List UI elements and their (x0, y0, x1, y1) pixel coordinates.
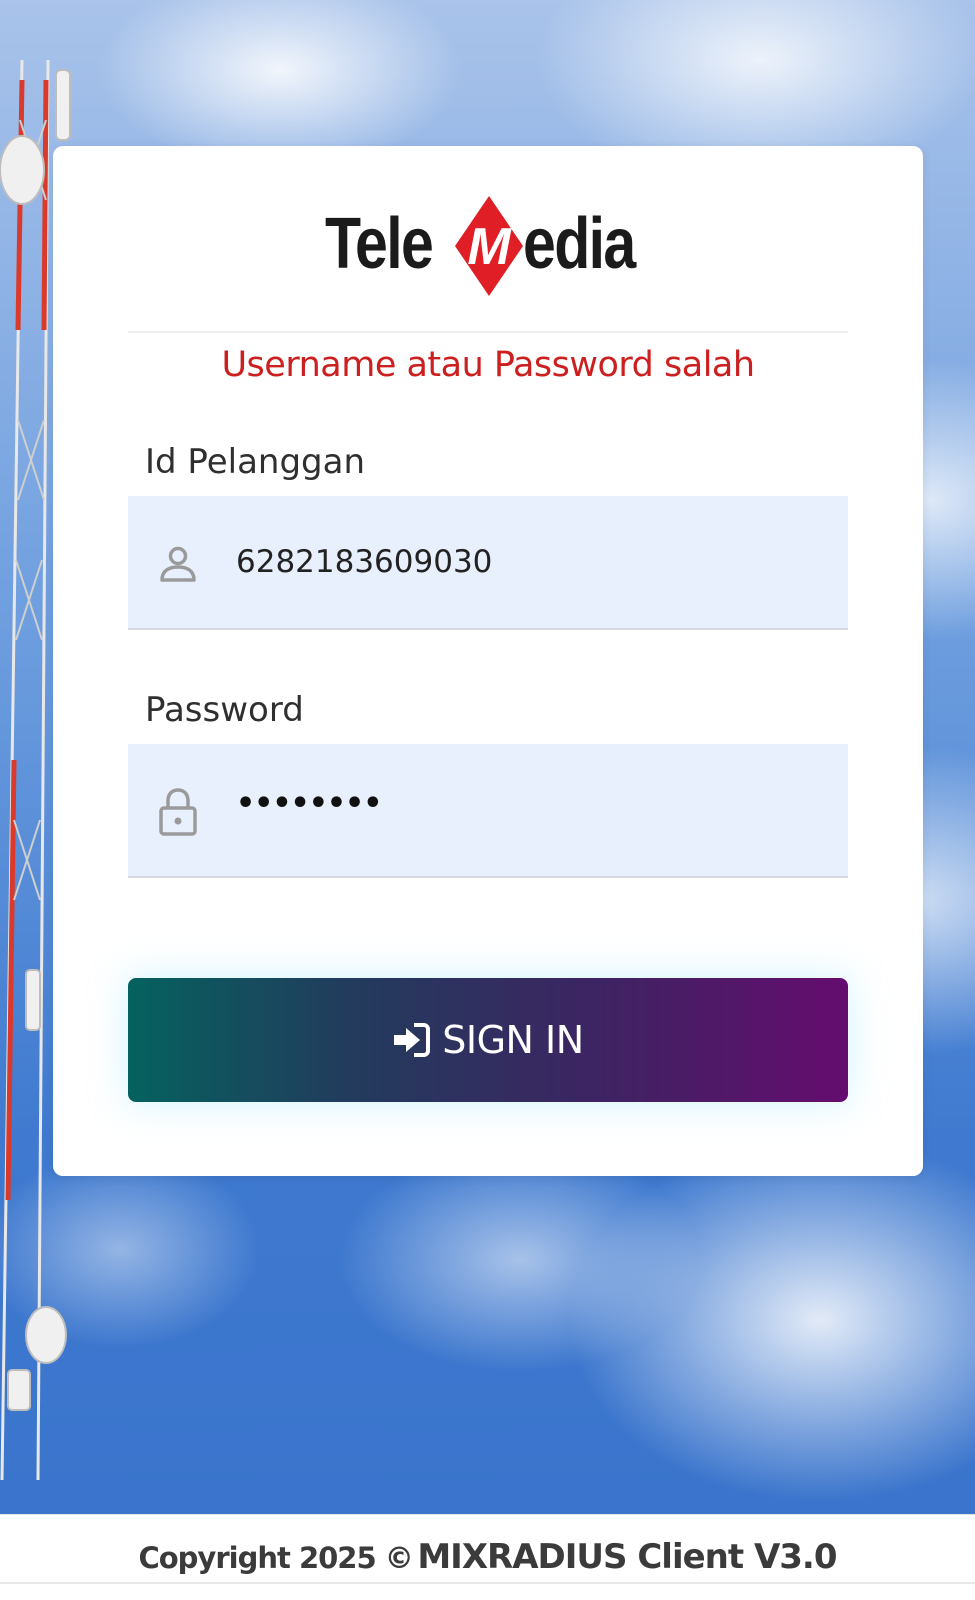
id-pelanggan-value: 6282183609030 (236, 544, 493, 580)
id-pelanggan-input[interactable]: 6282183609030 (128, 496, 848, 630)
sign-in-label: SIGN IN (442, 1018, 584, 1062)
footer-copyright: Copyright 2025 © (138, 1541, 413, 1575)
footer-product-name: MIXRADIUS Client V3.0 (417, 1537, 837, 1577)
header-divider (128, 331, 848, 333)
footer-bottom-line (0, 1582, 975, 1584)
password-input[interactable]: •••••••• (128, 744, 848, 878)
logo-mark-letter: M (467, 218, 512, 276)
password-masked-value: •••••••• (236, 786, 382, 821)
telemedia-logo: Tele M edia (325, 190, 643, 302)
logo-text-tele: Tele (325, 204, 434, 284)
login-card: Tele M edia Username atau Password salah… (53, 146, 923, 1176)
sign-in-content: SIGN IN (128, 978, 848, 1102)
id-pelanggan-label: Id Pelanggan (145, 442, 366, 482)
footer: Copyright 2025 © MIXRADIUS Client V3.0 (0, 1514, 975, 1600)
sign-in-icon (394, 1023, 431, 1057)
sign-in-button[interactable]: SIGN IN (128, 978, 848, 1102)
lock-icon (159, 788, 197, 836)
logo-diamond-icon: M (455, 196, 523, 296)
user-icon (160, 546, 196, 582)
password-label: Password (145, 690, 304, 730)
login-error-message: Username atau Password salah (221, 345, 755, 385)
footer-text: Copyright 2025 © MIXRADIUS Client V3.0 (0, 1537, 975, 1577)
logo-text-edia: edia (523, 204, 636, 284)
